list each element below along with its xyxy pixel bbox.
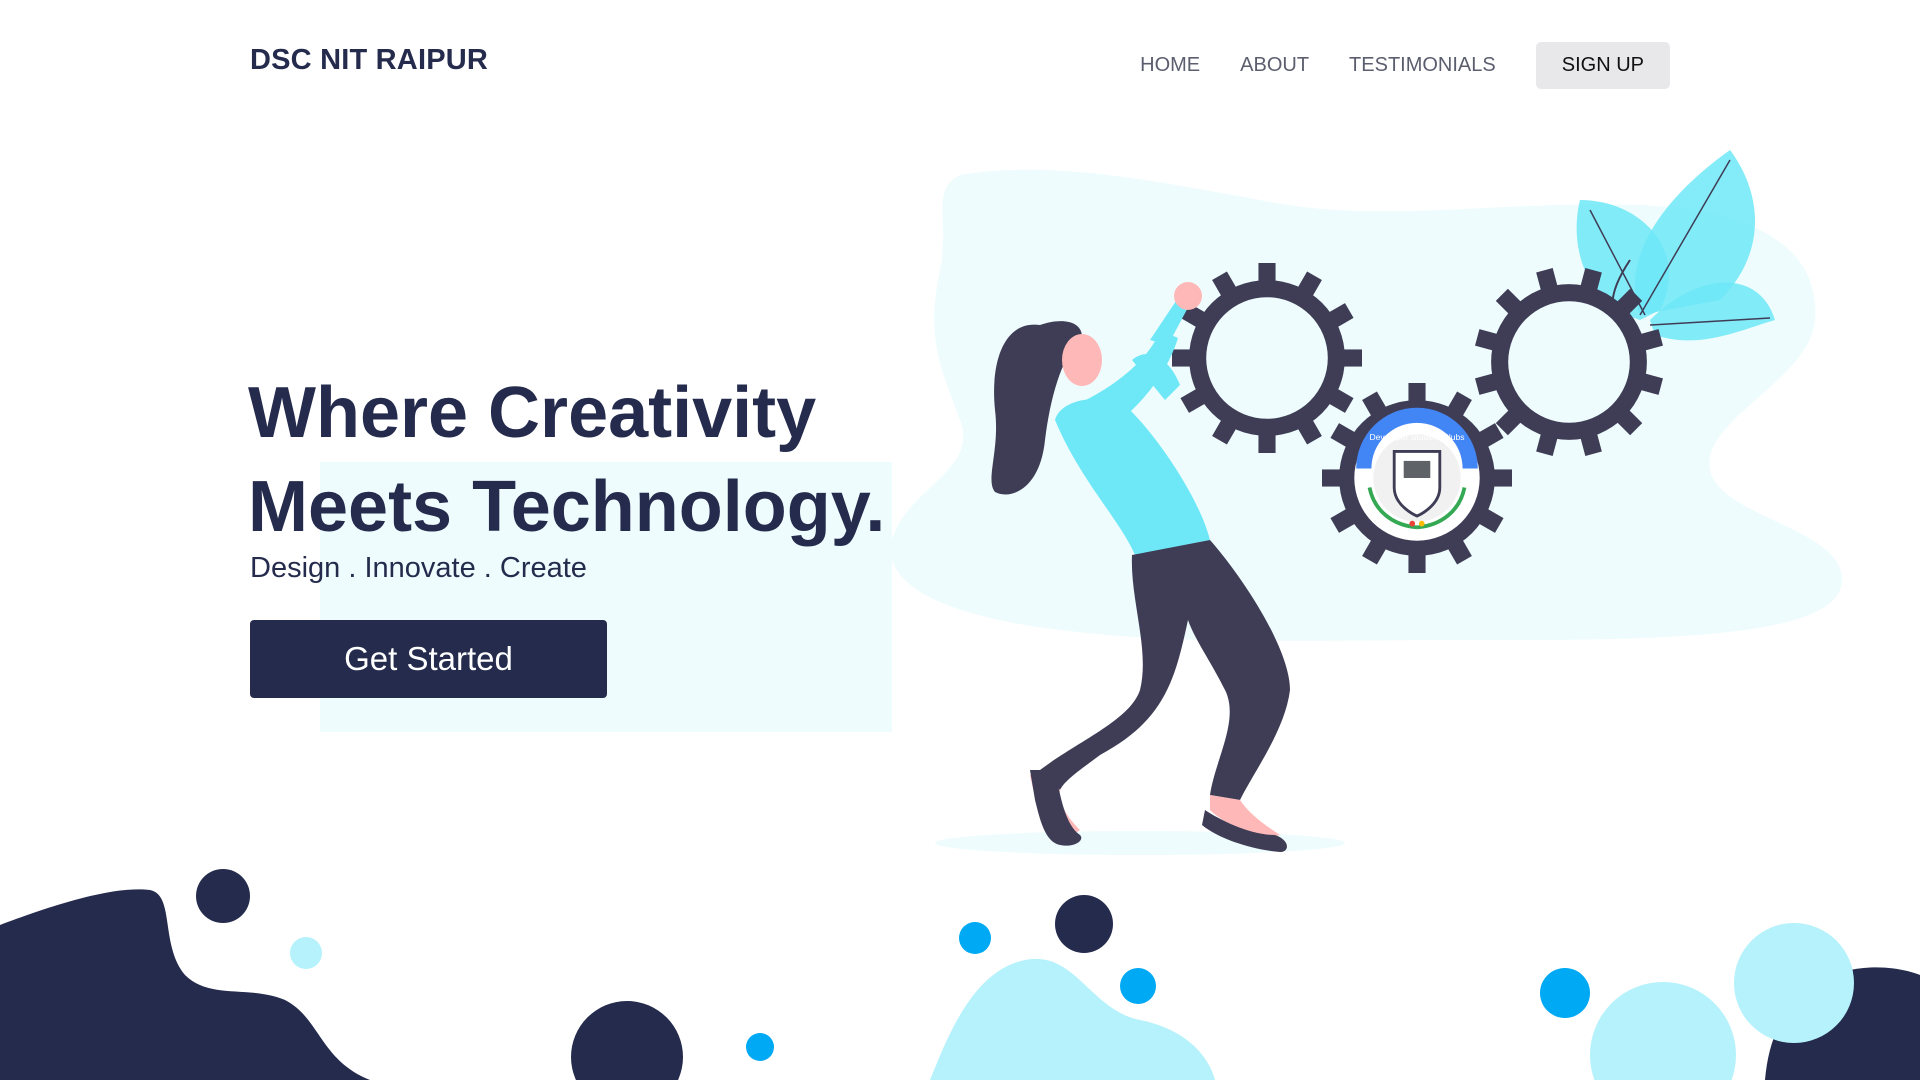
gear-icon <box>1475 268 1663 456</box>
landing-page: DSC NIT RAIPUR HOME ABOUT TESTIMONIALS S… <box>0 0 1920 1080</box>
hero-illustration: Developer Student Clubs <box>991 150 1775 852</box>
dsc-badge-icon: Developer Student Clubs <box>1322 383 1512 573</box>
badge-label: Developer Student Clubs <box>1369 432 1464 442</box>
